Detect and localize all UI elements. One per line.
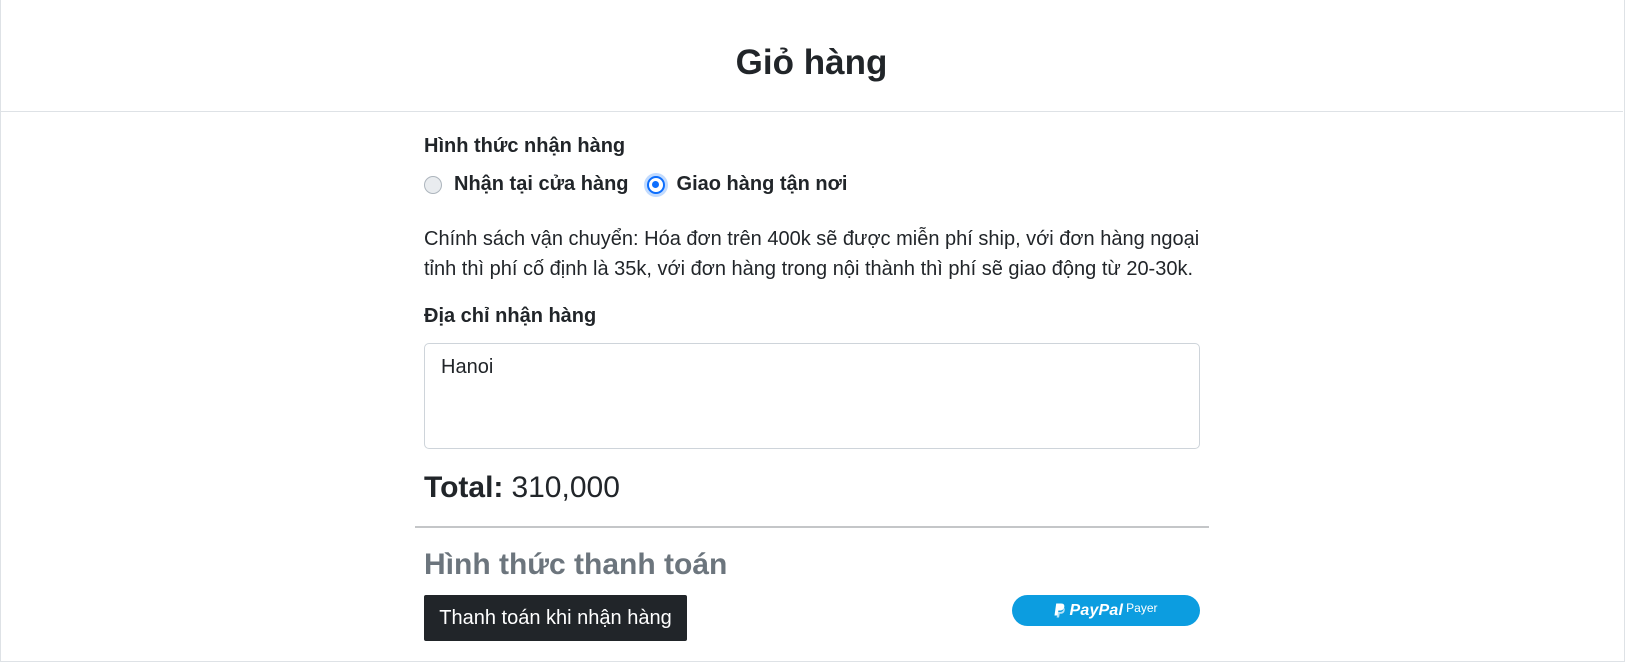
address-textarea[interactable]: Hanoi	[424, 343, 1200, 449]
radio-home-delivery[interactable]: Giao hàng tận nơi	[646, 173, 848, 196]
page-header: Giỏ hàng	[0, 0, 1623, 112]
radio-pickup-in-store[interactable]: Nhận tại cửa hàng	[424, 173, 629, 196]
total-value: 310,000	[511, 471, 620, 504]
delivery-method-label: Hình thức nhận hàng	[424, 135, 626, 157]
paypal-brand-text: PayPal	[1069, 601, 1124, 619]
paypal-icon	[1054, 603, 1066, 618]
radio-button-delivery[interactable]	[646, 175, 665, 194]
radio-label-pickup[interactable]: Nhận tại cửa hàng	[454, 173, 629, 196]
total-row: Total: 310,000	[424, 471, 620, 505]
shipping-policy-text: Chính sách vận chuyển: Hóa đơn trên 400k…	[424, 228, 1200, 280]
radio-button-pickup[interactable]	[424, 175, 442, 194]
address-label: Địa chỉ nhận hàng	[424, 305, 597, 327]
section-divider	[415, 526, 1209, 528]
cash-on-delivery-button[interactable]: Thanh toán khi nhận hàng	[424, 595, 687, 641]
delivery-method-options: Nhận tại cửa hàng Giao hàng tận nơi	[424, 173, 865, 196]
page-title: Giỏ hàng	[735, 42, 888, 82]
total-label: Total:	[424, 471, 504, 504]
paypal-payer-text: Payer	[1126, 600, 1158, 615]
paypal-button[interactable]: PayPal Payer	[1012, 595, 1200, 626]
radio-label-delivery[interactable]: Giao hàng tận nơi	[677, 173, 848, 196]
payment-method-title: Hình thức thanh toán	[424, 548, 728, 581]
